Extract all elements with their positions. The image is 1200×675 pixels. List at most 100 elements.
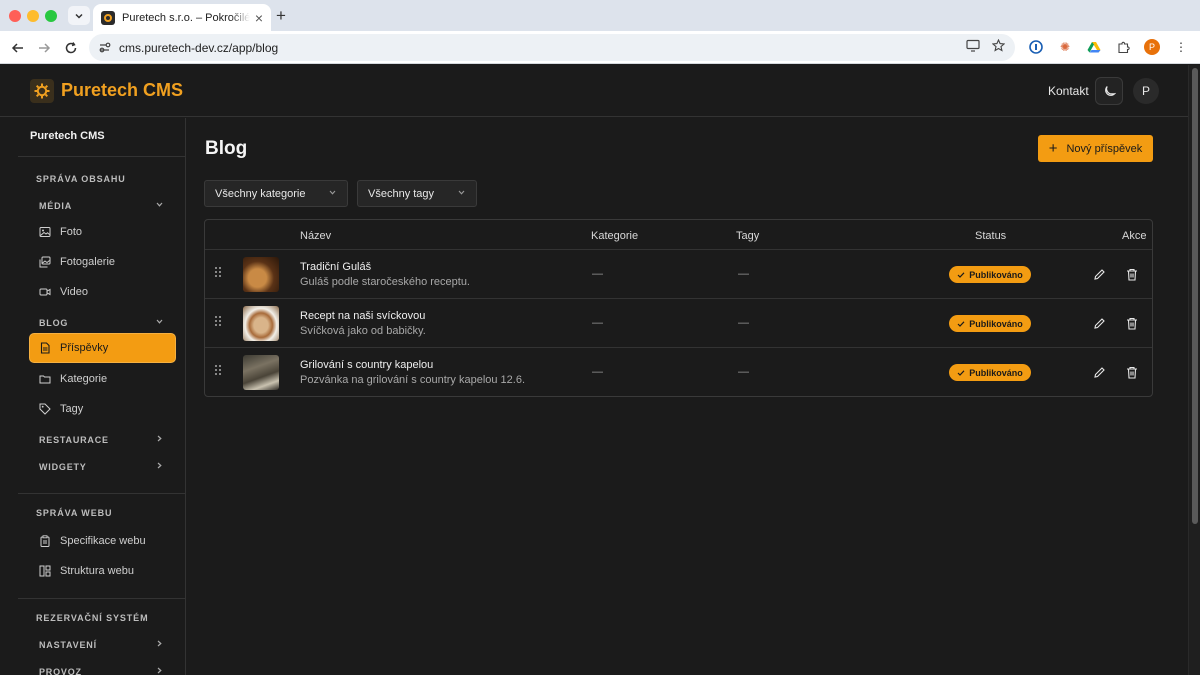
- drag-handle-icon[interactable]: [214, 266, 222, 278]
- pencil-icon: [1093, 317, 1105, 329]
- tag-filter-select[interactable]: Všechny tagy: [357, 180, 477, 207]
- scrollbar-thumb[interactable]: [1192, 68, 1198, 524]
- category-filter-value: Všechny kategorie: [215, 187, 306, 200]
- chevron-right-icon: [155, 666, 164, 675]
- extensions-puzzle-icon[interactable]: [1114, 38, 1132, 56]
- bookmark-star-icon[interactable]: [991, 38, 1006, 57]
- table-row[interactable]: Tradiční Guláš Guláš podle staročeského …: [205, 249, 1152, 298]
- pencil-icon: [1093, 268, 1105, 280]
- sidebar-item-label: Fotogalerie: [60, 256, 116, 268]
- trash-icon: [1127, 268, 1137, 281]
- post-tags: —: [738, 317, 749, 329]
- delete-button[interactable]: [1124, 315, 1140, 331]
- tag-icon: [39, 403, 51, 415]
- sidebar-group-blog[interactable]: BLOG: [39, 317, 164, 328]
- edit-button[interactable]: [1091, 315, 1107, 331]
- video-icon: [39, 286, 51, 298]
- sidebar-item-struktura-webu[interactable]: Struktura webu: [30, 557, 175, 585]
- sidebar-item-tagy[interactable]: Tagy: [30, 395, 175, 423]
- post-thumbnail[interactable]: [243, 355, 279, 390]
- tab-close-icon[interactable]: ×: [255, 10, 263, 26]
- extensions-area: ✺ P ⋮: [1027, 38, 1190, 56]
- chevron-right-icon: [155, 639, 164, 650]
- page-scrollbar[interactable]: [1188, 65, 1200, 675]
- forward-button[interactable]: [34, 38, 54, 58]
- menu-kebab-icon[interactable]: ⋮: [1172, 38, 1190, 56]
- password-manager-icon[interactable]: [1027, 38, 1045, 56]
- new-post-button[interactable]: + Nový příspěvek: [1038, 135, 1153, 162]
- user-avatar[interactable]: P: [1133, 78, 1159, 104]
- edit-button[interactable]: [1091, 364, 1107, 380]
- post-tags: —: [738, 268, 749, 280]
- arrow-left-icon: [11, 43, 23, 53]
- sidebar-item-label: Tagy: [60, 403, 84, 415]
- trash-icon: [1127, 366, 1137, 379]
- drag-handle-icon[interactable]: [214, 364, 222, 376]
- window-minimize-button[interactable]: [27, 10, 39, 22]
- check-icon: [957, 271, 965, 278]
- sidebar-item-kategorie[interactable]: Kategorie: [30, 365, 175, 393]
- contact-link[interactable]: Kontakt: [1048, 84, 1089, 98]
- sidebar-item-foto[interactable]: Foto: [30, 218, 175, 246]
- delete-button[interactable]: [1124, 364, 1140, 380]
- window-zoom-button[interactable]: [45, 10, 57, 22]
- sidebar-divider: [18, 493, 185, 494]
- browser-tab[interactable]: Puretech s.r.o. – Pokročilé webové ×: [93, 4, 271, 31]
- column-header-status: Status: [975, 230, 1007, 242]
- post-category: —: [592, 268, 603, 280]
- drive-icon[interactable]: [1085, 38, 1103, 56]
- profile-icon[interactable]: P: [1143, 38, 1161, 56]
- category-filter-select[interactable]: Všechny kategorie: [204, 180, 348, 207]
- table-row[interactable]: Grilování s country kapelou Pozvánka na …: [205, 347, 1152, 396]
- drag-handle-icon[interactable]: [214, 315, 222, 327]
- sidebar-item-label: Příspěvky: [60, 342, 109, 354]
- table-row[interactable]: Recept na naši svíckovou Svíčková jako o…: [205, 298, 1152, 347]
- sidebar-item-video[interactable]: Video: [30, 278, 175, 306]
- window-close-button[interactable]: [9, 10, 21, 22]
- status-label: Publikováno: [969, 367, 1023, 378]
- back-button[interactable]: [8, 38, 28, 58]
- sidebar-group-provoz[interactable]: PROVOZ: [39, 666, 164, 675]
- group-media-label: MÉDIA: [39, 200, 72, 211]
- site-settings-icon[interactable]: [97, 41, 111, 55]
- post-title[interactable]: Tradiční Guláš: [300, 261, 371, 273]
- favicon-icon: [101, 10, 115, 25]
- delete-button[interactable]: [1124, 266, 1140, 282]
- sidebar-group-media[interactable]: MÉDIA: [39, 200, 164, 211]
- new-post-label: Nový příspěvek: [1066, 142, 1143, 155]
- browser-tab-bar: Puretech s.r.o. – Pokročilé webové × +: [0, 0, 1200, 31]
- sidebar-group-restaurace[interactable]: RESTAURACE: [39, 434, 164, 445]
- sparkle-extension-icon[interactable]: ✺: [1056, 38, 1074, 56]
- post-thumbnail[interactable]: [243, 306, 279, 341]
- logo-icon[interactable]: [30, 79, 54, 103]
- folder-icon: [39, 373, 51, 385]
- profile-initial: P: [1144, 39, 1160, 55]
- sidebar-group-widgety[interactable]: WIDGETY: [39, 461, 164, 472]
- section-reservation-heading: REZERVAČNÍ SYSTÉM: [36, 613, 149, 623]
- moon-icon: [1104, 85, 1116, 96]
- edit-button[interactable]: [1091, 266, 1107, 282]
- group-restaurant-label: RESTAURACE: [39, 434, 109, 445]
- post-category: —: [592, 366, 603, 378]
- chevron-down-icon: [155, 317, 164, 328]
- tab-search-button[interactable]: [68, 6, 90, 25]
- sidebar-group-nastaveni[interactable]: NASTAVENÍ: [39, 639, 164, 650]
- sidebar-divider: [18, 156, 185, 157]
- address-bar[interactable]: cms.puretech-dev.cz/app/blog: [89, 34, 1015, 61]
- brand-name[interactable]: Puretech CMS: [61, 80, 183, 101]
- post-thumbnail[interactable]: [243, 257, 279, 292]
- post-title[interactable]: Recept na naši svíckovou: [300, 310, 425, 322]
- sidebar-item-fotogalerie[interactable]: Fotogalerie: [30, 248, 175, 276]
- install-app-icon[interactable]: [966, 39, 980, 57]
- sidebar: Puretech CMS SPRÁVA OBSAHU MÉDIA Foto Fo…: [0, 118, 186, 675]
- browser-tab-title: Puretech s.r.o. – Pokročilé webové: [122, 11, 250, 24]
- sidebar-item-prispevky[interactable]: Příspěvky: [30, 334, 175, 362]
- group-blog-label: BLOG: [39, 317, 69, 328]
- url-text: cms.puretech-dev.cz/app/blog: [119, 40, 279, 55]
- reload-button[interactable]: [61, 38, 81, 58]
- post-title[interactable]: Grilování s country kapelou: [300, 359, 433, 371]
- sidebar-item-specifikace-webu[interactable]: Specifikace webu: [30, 527, 175, 555]
- new-tab-button[interactable]: +: [276, 6, 286, 26]
- reload-icon: [65, 42, 77, 54]
- theme-toggle-button[interactable]: [1095, 77, 1123, 105]
